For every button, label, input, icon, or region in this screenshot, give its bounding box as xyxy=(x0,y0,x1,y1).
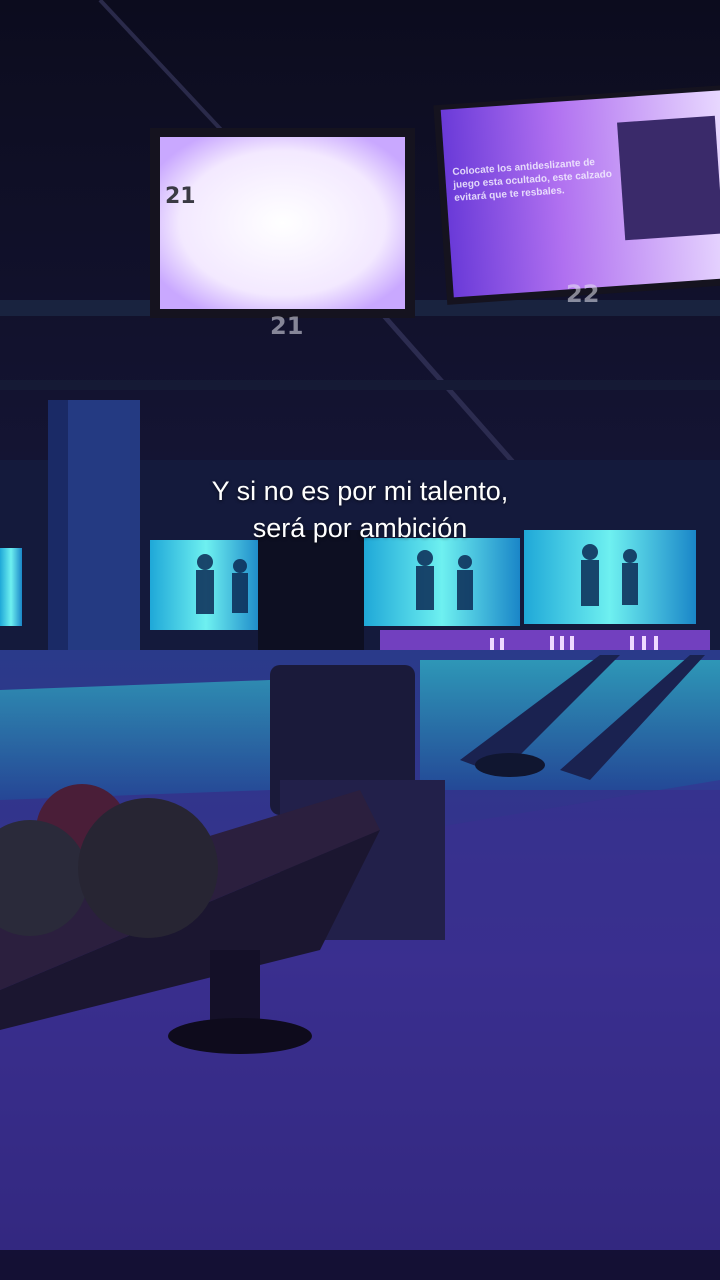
lane-number-right: 22 xyxy=(566,280,600,308)
video-frame: 21 Colocate los antideslizante de juego … xyxy=(0,0,720,1280)
caption-line-2: será por ambición xyxy=(252,513,468,543)
overhead-screen-left xyxy=(160,137,405,309)
screen-lane-number: 21 xyxy=(165,184,196,209)
caption-line-1: Y si no es por mi talento, xyxy=(211,476,509,506)
lane-number-left: 21 xyxy=(270,312,304,340)
lane-screen xyxy=(364,538,520,626)
